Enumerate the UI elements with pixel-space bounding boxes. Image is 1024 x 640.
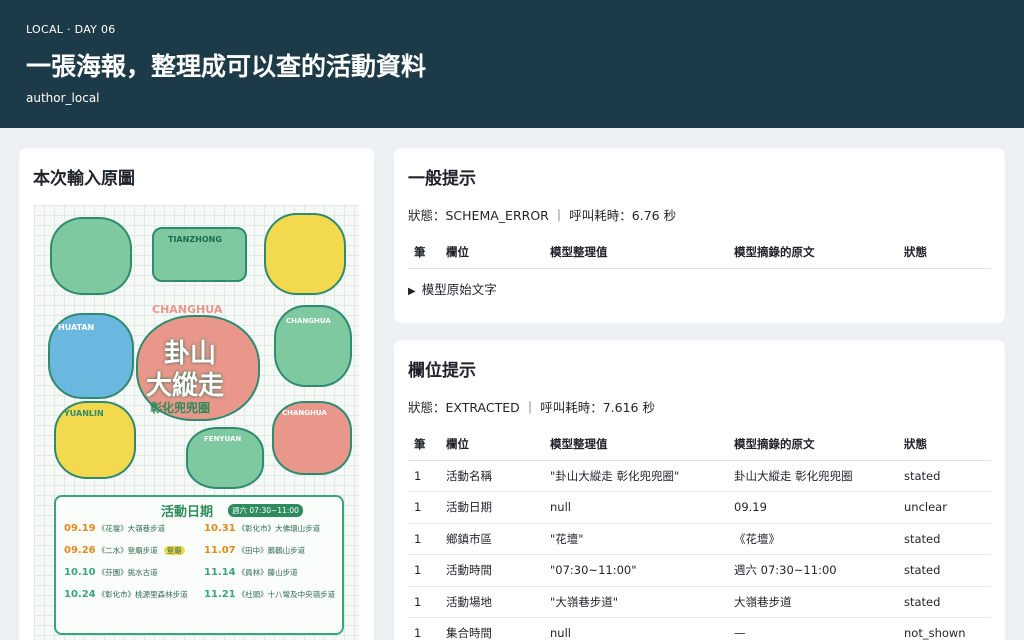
poster-event-item: 09.26 《二水》登廟步道 登廟 bbox=[64, 545, 185, 556]
table-row: 1 鄉鎮市區 "花壇" 《花壇》 stated bbox=[408, 523, 991, 555]
cell-field: 鄉鎮市區 bbox=[440, 523, 544, 555]
cell-value: null bbox=[544, 617, 728, 640]
cell-field: 活動場地 bbox=[440, 586, 544, 618]
column-header: 筆 bbox=[408, 236, 440, 269]
cell-source: — bbox=[728, 617, 898, 640]
poster-blob-3 bbox=[264, 213, 346, 295]
cell-source: 09.19 bbox=[728, 491, 898, 524]
poster-event-item: 10.31 《彰化市》大佛環山步道 bbox=[204, 523, 321, 534]
cell-index: 1 bbox=[408, 523, 440, 555]
table-row: 1 活動名稱 "卦山大縱走 彰化兜兜圈" 卦山大縱走 彰化兜兜圈 stated bbox=[408, 460, 991, 492]
cell-value: "花壇" bbox=[544, 523, 728, 555]
cell-field: 活動日期 bbox=[440, 491, 544, 524]
page-title: 一張海報，整理成可以查的活動資料 bbox=[26, 52, 427, 81]
column-header: 模型整理值 bbox=[544, 428, 728, 461]
poster-event-item: 11.21 《社頭》十八彎及中央嶺步道 bbox=[204, 589, 336, 600]
poster-label-4: CHANGHUA bbox=[286, 317, 331, 325]
column-header: 模型整理值 bbox=[544, 236, 728, 269]
cell-field: 集合時間 bbox=[440, 617, 544, 640]
general-status: 狀態：SCHEMA_ERROR ｜ 呼叫耗時：6.76 秒 bbox=[408, 208, 677, 223]
page-header: LOCAL · DAY 06 一張海報，整理成可以查的活動資料 author_l… bbox=[0, 0, 1024, 128]
poster-label-5: YUANLIN bbox=[64, 409, 104, 418]
field-result-table: 筆 欄位 模型整理值 模型摘錄的原文 狀態 1 活動名稱 "卦山大縱走 彰化兜兜… bbox=[408, 428, 991, 640]
table-row: 1 活動日期 null 09.19 unclear bbox=[408, 491, 991, 524]
cell-status: not_shown bbox=[898, 617, 991, 640]
column-header: 狀態 bbox=[898, 428, 991, 461]
poster-event-item: 10.10 《芬園》挑水古道 bbox=[64, 567, 158, 578]
poster-event-item: 11.14 《員林》藤山步道 bbox=[204, 567, 298, 578]
cell-source: 《花壇》 bbox=[728, 523, 898, 555]
cell-index: 1 bbox=[408, 491, 440, 524]
poster-event-item: 09.19 《花壇》大嶺巷步道 bbox=[64, 523, 166, 534]
poster-label-2: CHANGHUA bbox=[152, 303, 223, 316]
cell-index: 1 bbox=[408, 460, 440, 492]
table-header-row: 筆 欄位 模型整理值 模型摘錄的原文 狀態 bbox=[408, 428, 991, 461]
cell-status: unclear bbox=[898, 491, 991, 524]
cell-value: "卦山大縱走 彰化兜兜圈" bbox=[544, 460, 728, 492]
cell-source: 大嶺巷步道 bbox=[728, 586, 898, 618]
poster-image: TIANZHONG CHANGHUA HUATAN CHANGHUA YUANL… bbox=[34, 205, 359, 640]
cell-source: 週六 07:30~11:00 bbox=[728, 554, 898, 587]
column-header: 模型摘錄的原文 bbox=[728, 236, 898, 269]
cell-field: 活動時間 bbox=[440, 554, 544, 587]
table-header-row: 筆 欄位 模型整理值 模型摘錄的原文 狀態 bbox=[408, 236, 991, 269]
poster-extra-badge: 登廟 bbox=[163, 546, 185, 555]
poster-event-badge: 週六 07:30~11:00 bbox=[228, 504, 303, 517]
poster-blob-1 bbox=[50, 217, 132, 295]
header-kicker: LOCAL · DAY 06 bbox=[26, 23, 116, 36]
raw-text-toggle[interactable]: ▶ 模型原始文字 bbox=[408, 279, 991, 298]
cell-status: stated bbox=[898, 523, 991, 555]
field-hint-card: 欄位提示 狀態：EXTRACTED ｜ 呼叫耗時：7.616 秒 筆 欄位 模型… bbox=[394, 340, 1005, 640]
field-status: 狀態：EXTRACTED ｜ 呼叫耗時：7.616 秒 bbox=[408, 400, 655, 415]
poster-main-title-2: 大縱走 bbox=[146, 371, 225, 401]
column-header: 狀態 bbox=[898, 236, 991, 269]
column-header: 欄位 bbox=[440, 428, 544, 461]
column-header: 欄位 bbox=[440, 236, 544, 269]
cell-value: "07:30~11:00" bbox=[544, 554, 728, 587]
cell-status: stated bbox=[898, 554, 991, 587]
poster-event-box: 活動日期 週六 07:30~11:00 09.19 《花壇》大嶺巷步道 10.31… bbox=[54, 495, 344, 635]
poster-label-1: TIANZHONG bbox=[168, 235, 222, 244]
cell-value: null bbox=[544, 491, 728, 524]
table-row: 1 集合時間 null — not_shown bbox=[408, 617, 991, 640]
field-hint-title: 欄位提示 bbox=[408, 361, 476, 381]
poster-event-title: 活動日期 bbox=[161, 505, 214, 520]
poster-label-6: FENYUAN bbox=[204, 435, 242, 443]
column-header: 模型摘錄的原文 bbox=[728, 428, 898, 461]
table-row: 1 活動時間 "07:30~11:00" 週六 07:30~11:00 stat… bbox=[408, 554, 991, 587]
cell-index: 1 bbox=[408, 617, 440, 640]
cell-index: 1 bbox=[408, 554, 440, 587]
poster-subtitle: 彰化兜兜圈 bbox=[150, 401, 211, 415]
table-row: 1 活動場地 "大嶺巷步道" 大嶺巷步道 stated bbox=[408, 586, 991, 618]
general-result-table: 筆 欄位 模型整理值 模型摘錄的原文 狀態 bbox=[408, 236, 991, 269]
poster-label-3: HUATAN bbox=[58, 323, 95, 332]
cell-status: stated bbox=[898, 586, 991, 618]
poster-label-7: CHANGHUA bbox=[282, 409, 327, 417]
cell-status: stated bbox=[898, 460, 991, 492]
input-image-title: 本次輸入原圖 bbox=[33, 169, 135, 189]
general-hint-card: 一般提示 狀態：SCHEMA_ERROR ｜ 呼叫耗時：6.76 秒 筆 欄位 … bbox=[394, 148, 1005, 323]
poster-event-item: 11.07 《田中》鵝鵝山步道 bbox=[204, 545, 306, 556]
cell-index: 1 bbox=[408, 586, 440, 618]
triangle-right-icon: ▶ bbox=[408, 285, 416, 297]
cell-value: "大嶺巷步道" bbox=[544, 586, 728, 618]
column-header: 筆 bbox=[408, 428, 440, 461]
raw-text-label: 模型原始文字 bbox=[421, 281, 497, 297]
author-name: author_local bbox=[26, 91, 100, 105]
poster-event-item: 10.24 《彰化市》桃源里森林步道 bbox=[64, 589, 188, 600]
cell-source: 卦山大縱走 彰化兜兜圈 bbox=[728, 460, 898, 492]
cell-field: 活動名稱 bbox=[440, 460, 544, 492]
general-hint-title: 一般提示 bbox=[408, 169, 476, 189]
